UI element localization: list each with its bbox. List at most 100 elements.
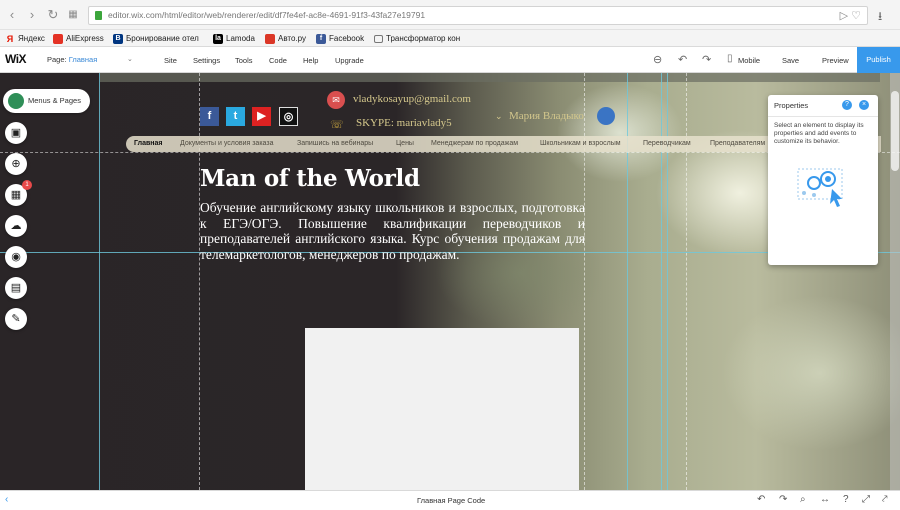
add-icon[interactable]: ⊕ [5, 153, 27, 175]
guide-line [0, 152, 900, 153]
site-description[interactable]: Обучение английскому языку школьников и … [200, 200, 585, 262]
blog-icon[interactable]: ◉ [5, 246, 27, 268]
browser-toolbar: ‹ › ↻ ▦ editor.wix.com/html/editor/web/r… [0, 0, 900, 30]
facebook-icon: f [316, 33, 326, 44]
page-value: Главная [68, 55, 98, 64]
properties-title: Properties [774, 101, 809, 110]
nav-item-sales-managers[interactable]: Менеджерам по продажам [431, 140, 518, 147]
nav-item-webinars[interactable]: Запишись на вебинары [297, 140, 373, 147]
publish-button[interactable]: Publish [857, 47, 900, 73]
mobile-icon[interactable]: ▯ [727, 53, 733, 64]
bookmarks-bar: Я Яндекс AliExpress B Бронирование отел la… [0, 30, 900, 47]
bookings-icon[interactable]: ▤ [5, 277, 27, 299]
url-text: editor.wix.com/html/editor/web/renderer/… [108, 10, 426, 20]
menus-pages-label: Menus & Pages [28, 96, 81, 105]
ruler[interactable] [100, 73, 880, 82]
wix-logo: WiX [5, 52, 27, 66]
properties-hint: Select an element to display its propert… [774, 122, 864, 145]
guide-line [99, 73, 100, 490]
search-icon[interactable]: ⌕ [800, 494, 806, 505]
menu-upgrade[interactable]: Upgrade [335, 56, 364, 65]
stage-scrollbar[interactable] [890, 73, 900, 490]
youtube-icon[interactable]: ▶ [252, 107, 271, 126]
bookmark-aliexpress[interactable]: AliExpress [53, 32, 104, 45]
booking-icon: B [113, 33, 123, 44]
chevron-down-icon[interactable]: ⌄ [127, 55, 133, 63]
phone-icon: ☏ [330, 119, 344, 131]
notification-badge: 1 [22, 180, 32, 190]
upload-icon[interactable]: ☁ [5, 215, 27, 237]
nav-item-home[interactable]: Главная [134, 140, 162, 147]
nav-item-teachers[interactable]: Преподавателям [710, 140, 765, 147]
nav-item-prices[interactable]: Цены [396, 140, 414, 147]
bookmark-facebook[interactable]: f Facebook [316, 32, 364, 45]
preview-button[interactable]: Preview [822, 56, 849, 65]
save-button[interactable]: Save [782, 56, 799, 65]
bookmark-star-icon[interactable]: ▷ ♡ [840, 9, 861, 22]
bookmark-lamoda[interactable]: la Lamoda [213, 32, 255, 45]
redo-icon[interactable]: ↷ [702, 53, 711, 66]
reload-icon[interactable]: ↻ [46, 7, 60, 23]
nav-item-documents[interactable]: Документы и условия заказа [180, 140, 273, 147]
wix-top-bar: WiX Page: Главная ⌄ Site Settings Tools … [0, 47, 900, 73]
popout-icon[interactable]: ⤤ [882, 494, 888, 505]
expand-horizontal-icon[interactable]: ↔ [820, 494, 830, 505]
nav-item-students[interactable]: Школьникам и взрослым [540, 140, 621, 147]
apps-grid-icon[interactable]: ▦ [66, 7, 80, 23]
bookmark-folder[interactable]: Трансформатор кон [374, 32, 460, 45]
bookmark-booking[interactable]: B Бронирование отел [113, 32, 199, 45]
background-icon[interactable]: ▣ [5, 122, 27, 144]
chevron-left-icon[interactable]: ‹ [5, 494, 8, 505]
nav-item-translators[interactable]: Переводчикам [643, 140, 691, 147]
twitter-icon[interactable]: t [226, 107, 245, 126]
redo-icon[interactable]: ↷ [779, 494, 787, 505]
expand-icon[interactable]: ⤢ [862, 494, 870, 505]
aliexpress-icon [53, 33, 63, 44]
menus-pages-button[interactable]: Menus & Pages [3, 89, 90, 113]
avatar[interactable] [597, 107, 615, 125]
page-label: Page: [47, 55, 67, 64]
lamoda-icon: la [213, 33, 223, 44]
email-text[interactable]: vladykosayup@gmail.com [353, 93, 471, 105]
help-icon[interactable]: ? [842, 100, 852, 110]
bookmark-yandex[interactable]: Я Яндекс [5, 32, 45, 45]
menu-site[interactable]: Site [164, 56, 177, 65]
properties-illustration-icon [797, 168, 843, 207]
chevron-down-icon[interactable]: ⌄ [495, 111, 503, 122]
bookmark-autoru[interactable]: Авто.ру [265, 32, 306, 45]
zoom-icon[interactable]: ⊖ [653, 53, 662, 66]
undo-icon[interactable]: ↶ [757, 494, 765, 505]
properties-panel: Properties ? × Select an element to disp… [768, 95, 878, 265]
facebook-icon[interactable]: f [200, 107, 219, 126]
mobile-button[interactable]: Mobile [738, 56, 760, 65]
close-icon[interactable]: × [859, 100, 869, 110]
back-icon[interactable]: ‹ [5, 7, 19, 23]
help-icon[interactable]: ? [843, 494, 849, 505]
download-icon[interactable]: ⭳ [878, 7, 882, 28]
undo-icon[interactable]: ↶ [678, 53, 687, 66]
mail-icon: ✉ [327, 91, 345, 109]
menu-code[interactable]: Code [269, 56, 287, 65]
page-code-label[interactable]: Главная Page Code [417, 496, 485, 505]
menu-tools[interactable]: Tools [235, 56, 253, 65]
pages-icon [8, 93, 24, 109]
instagram-icon[interactable]: ◎ [279, 107, 298, 126]
site-title[interactable]: Man of the World [200, 165, 420, 192]
autoru-icon [265, 33, 275, 44]
lock-icon [95, 11, 102, 20]
forward-icon[interactable]: › [25, 7, 39, 23]
folder-icon [374, 34, 383, 43]
skype-text[interactable]: SKYPE: mariavlady5 [356, 117, 452, 129]
image-placeholder[interactable] [305, 328, 579, 490]
page-selector[interactable]: Page: Главная [47, 55, 97, 64]
menu-help[interactable]: Help [303, 56, 318, 65]
yandex-icon: Я [6, 33, 14, 44]
pen-icon[interactable]: ✎ [5, 308, 27, 330]
menu-settings[interactable]: Settings [193, 56, 220, 65]
divider [768, 116, 878, 117]
login-name[interactable]: Мария Владыко [509, 110, 584, 122]
scrollbar-thumb[interactable] [891, 91, 899, 171]
code-panel-bar[interactable]: ‹ Главная Page Code ↶ ↷ ⌕ ↔ ? ⤢ ⤤ [0, 490, 900, 510]
address-bar[interactable]: editor.wix.com/html/editor/web/renderer/… [88, 6, 868, 25]
editor-stage[interactable]: Menus & Pages ▣ ⊕ ▦ 1 ☁ ◉ ▤ ✎ f t ▶ ◎ ✉ … [0, 73, 900, 490]
